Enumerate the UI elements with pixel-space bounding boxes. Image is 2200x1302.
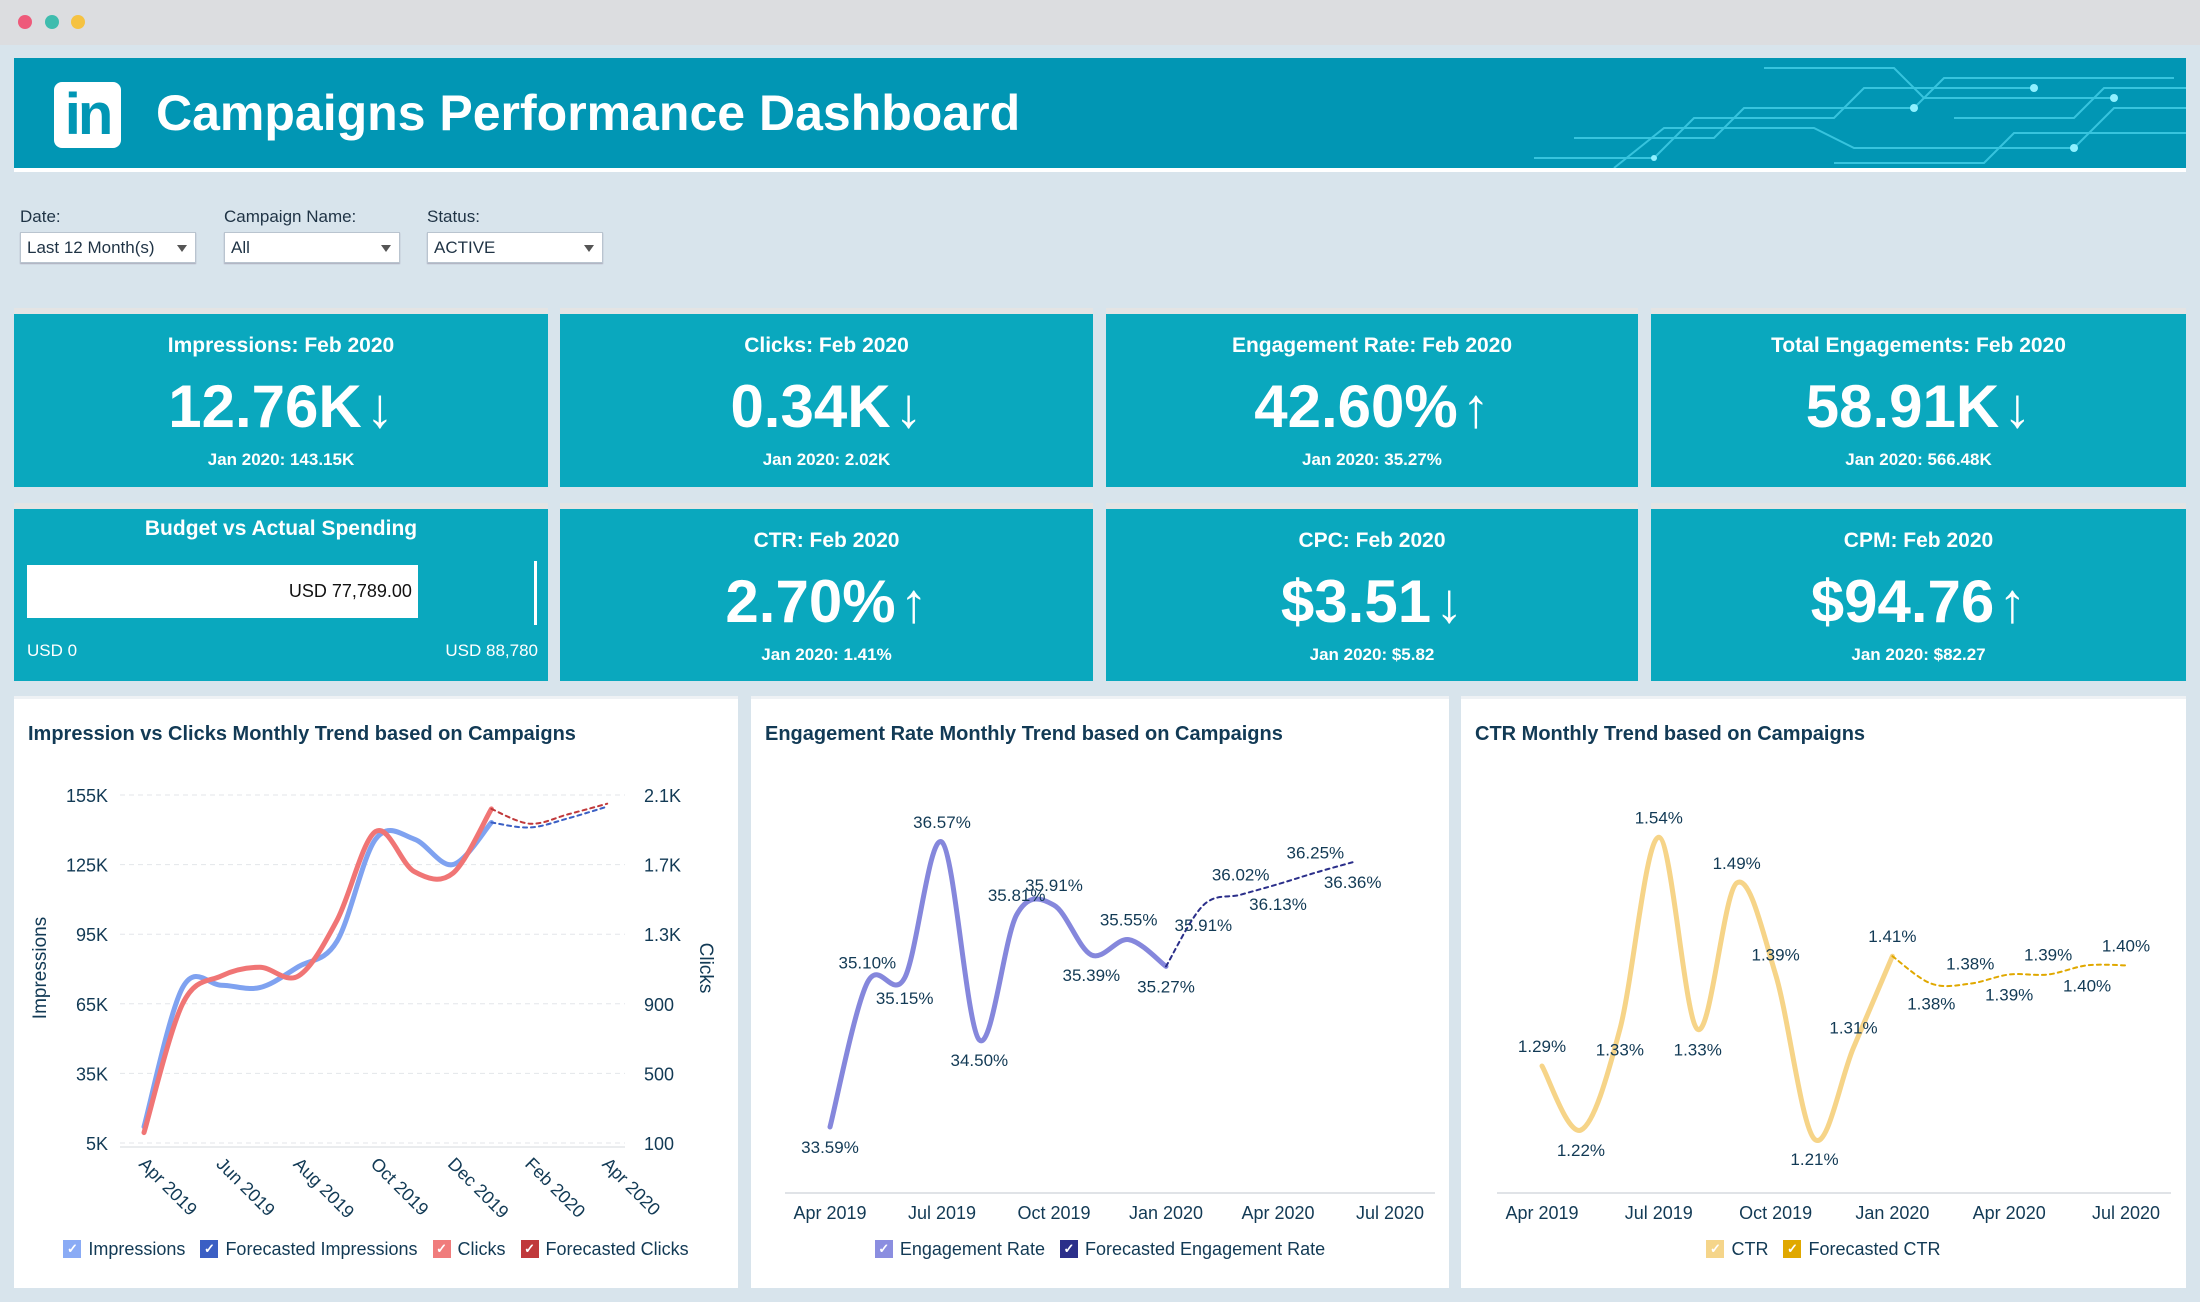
checkbox-icon: ✓	[874, 1240, 893, 1258]
kpi-value: $94.76	[1810, 568, 1995, 635]
campaign-filter-label: Campaign Name:	[224, 207, 357, 226]
legend-impressions[interactable]: ✓ Impressions	[63, 1239, 185, 1260]
kpi-previous: Jan 2020: $5.82	[1309, 645, 1435, 664]
kpi-cpm: CPM: Feb 2020 $94.76↑ Jan 2020: $82.27	[1651, 503, 2186, 681]
chart-legend: ✓ Engagement Rate ✓ Forecasted Engagement …	[751, 1237, 1449, 1260]
kpi-engagement-rate: Engagement Rate: Feb 2020 42.60%↑ Jan 2020…	[1106, 308, 1638, 487]
legend-forecasted-clicks[interactable]: ✓ Forecasted Clicks	[520, 1238, 689, 1260]
kpi-ctr: CTR: Feb 2020 2.70%↑ Jan 2020: 1.41%	[560, 503, 1093, 681]
kpi-title: CPM: Feb 2020	[1843, 529, 1994, 552]
minimize-window-button[interactable]	[45, 15, 59, 29]
arrow-up-icon: ↑	[1998, 571, 2027, 634]
budget-max-label: USD 88,780	[445, 641, 538, 660]
legend-label: Impressions	[88, 1238, 186, 1259]
kpi-previous: Jan 2020: 35.27%	[1302, 450, 1442, 469]
campaign-filter-value: All	[231, 238, 250, 257]
kpi-cpc: CPC: Feb 2020 $3.51↓ Jan 2020: $5.82	[1106, 503, 1638, 681]
kpi-title: Total Engagements: Feb 2020	[1771, 334, 2066, 357]
budget-actual-label: USD 77,789.00	[288, 581, 412, 601]
kpi-clicks: Clicks: Feb 2020 0.34K↓ Jan 2020: 2.02K	[560, 308, 1093, 487]
date-filter-select[interactable]: Last 12 Month(s)	[20, 232, 196, 263]
budget-min-label: USD 0	[27, 641, 78, 660]
kpi-previous: Jan 2020: 566.48K	[1845, 450, 1992, 469]
budget-actual-bar: USD 77,789.00	[27, 565, 418, 618]
checkbox-icon: ✓	[1783, 1240, 1802, 1258]
arrow-up-icon: ↑	[899, 571, 928, 634]
kpi-value: 12.76K	[168, 373, 362, 440]
status-filter-select[interactable]: ACTIVE	[427, 232, 603, 263]
legend-label: Forecasted Engagement Rate	[1084, 1238, 1326, 1259]
campaign-filter-select[interactable]: All	[224, 232, 400, 263]
budget-title: Budget vs Actual Spending	[144, 517, 418, 540]
legend-label: Forecasted Impressions	[225, 1238, 418, 1259]
checkbox-icon: ✓	[432, 1240, 451, 1258]
chart-legend: ✓ Impressions ✓ Forecasted Impressions ✓ Cl…	[14, 1237, 738, 1260]
kpi-title: CTR: Feb 2020	[753, 529, 900, 552]
budget-target-marker	[534, 561, 537, 625]
kpi-value: 58.91K	[1805, 373, 2000, 440]
arrow-up-icon: ↑	[1461, 376, 1490, 439]
status-filter-label: Status:	[427, 207, 480, 226]
checkbox-icon: ✓	[200, 1240, 219, 1258]
date-filter-label: Date:	[20, 207, 61, 226]
checkbox-icon: ✓	[1706, 1240, 1725, 1258]
checkbox-icon: ✓	[520, 1240, 539, 1258]
kpi-title: CPC: Feb 2020	[1298, 529, 1446, 552]
window-titlebar	[0, 0, 2200, 45]
kpi-value: $3.51	[1280, 568, 1432, 635]
chart-title: Engagement Rate Monthly Trend based on C…	[765, 723, 1283, 745]
chart-title: CTR Monthly Trend based on Campaigns	[1475, 723, 1866, 745]
kpi-previous: Jan 2020: 1.41%	[761, 645, 892, 664]
checkbox-icon: ✓	[63, 1240, 82, 1258]
kpi-title: Impressions: Feb 2020	[167, 334, 395, 357]
arrow-down-icon: ↓	[894, 376, 923, 439]
kpi-previous: Jan 2020: $82.27	[1851, 645, 1986, 664]
impressions-clicks-chart-panel: Impression vs Clicks Monthly Trend based…	[14, 696, 738, 1288]
linkedin-logo: in	[54, 82, 121, 148]
kpi-title: Engagement Rate: Feb 2020	[1231, 334, 1513, 357]
legend-forecasted-ctr[interactable]: ✓ Forecasted CTR	[1783, 1238, 1941, 1260]
engagement-rate-chart-panel: Engagement Rate Monthly Trend based on C…	[751, 696, 1449, 1288]
legend-engagement-rate[interactable]: ✓ Engagement Rate	[874, 1238, 1045, 1260]
kpi-value: 2.70%	[725, 568, 896, 635]
kpi-total-engagements: Total Engagements: Feb 2020 58.91K↓ Jan 20…	[1651, 308, 2186, 487]
maximize-window-button[interactable]	[71, 15, 85, 29]
chevron-down-icon	[584, 245, 594, 252]
kpi-title: Clicks: Feb 2020	[744, 334, 909, 357]
circuit-decoration	[1534, 67, 2186, 168]
arrow-down-icon: ↓	[2003, 376, 2032, 439]
kpi-previous: Jan 2020: 2.02K	[762, 450, 891, 469]
legend-label: Forecasted Clicks	[545, 1238, 689, 1259]
kpi-value: 42.60%	[1254, 373, 1458, 440]
chart-title: Impression vs Clicks Monthly Trend based…	[28, 723, 576, 745]
chevron-down-icon	[381, 245, 391, 252]
kpi-previous: Jan 2020: 143.15K	[207, 450, 355, 469]
legend-label: Clicks	[457, 1238, 506, 1259]
budget-card: Budget vs Actual Spending USD 77,789.00 …	[14, 503, 548, 681]
dashboard-header: in Campaigns Performance Dashboard	[14, 58, 2186, 172]
status-filter-value: ACTIVE	[434, 238, 496, 257]
chevron-down-icon	[177, 245, 187, 252]
date-filter-value: Last 12 Month(s)	[27, 238, 155, 257]
checkbox-icon: ✓	[1059, 1240, 1078, 1258]
page-title: Campaigns Performance Dashboard	[156, 85, 1021, 141]
legend-forecasted-impressions[interactable]: ✓ Forecasted Impressions	[200, 1238, 418, 1260]
legend-clicks[interactable]: ✓ Clicks	[432, 1238, 506, 1260]
kpi-value: 0.34K	[730, 373, 891, 440]
legend-label: CTR	[1731, 1238, 1769, 1259]
legend-forecasted-engagement-rate[interactable]: ✓ Forecasted Engagement Rate	[1059, 1238, 1326, 1260]
arrow-down-icon: ↓	[1435, 571, 1464, 634]
legend-label: Engagement Rate	[899, 1238, 1045, 1259]
legend-label: Forecasted CTR	[1808, 1238, 1941, 1259]
ctr-chart-panel: CTR Monthly Trend based on Campaigns ✓ CT…	[1461, 696, 2186, 1288]
chart-legend: ✓ CTR ✓ Forecasted CTR	[1461, 1237, 2186, 1260]
arrow-down-icon: ↓	[365, 376, 394, 439]
legend-ctr[interactable]: ✓ CTR	[1706, 1239, 1768, 1260]
kpi-impressions: Impressions: Feb 2020 12.76K↓ Jan 2020: 14…	[14, 308, 548, 487]
close-window-button[interactable]	[18, 15, 32, 29]
